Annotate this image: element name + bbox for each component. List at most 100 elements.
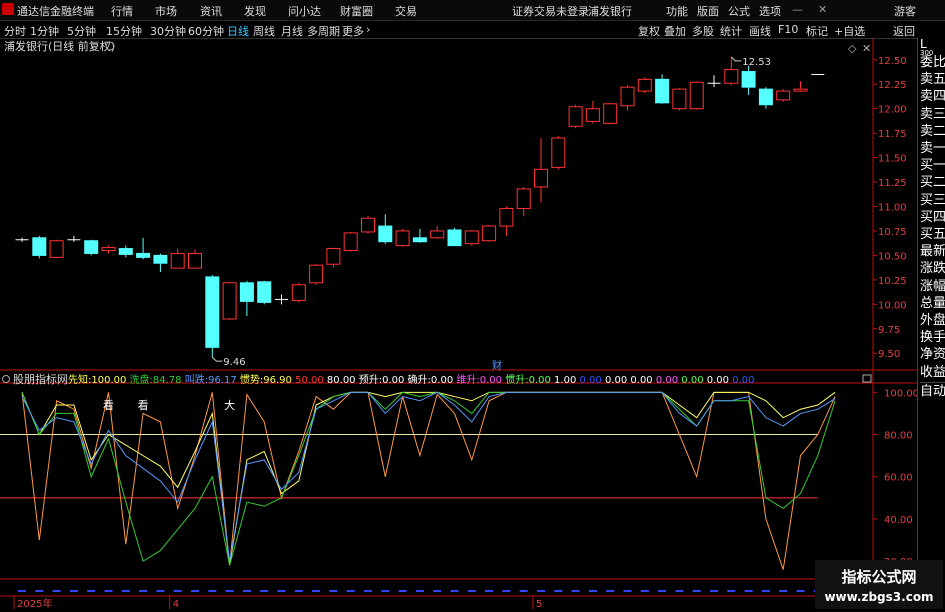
candle-body (551, 137, 566, 168)
panel-item-1[interactable]: 卖五 (920, 71, 945, 88)
low-pointer (211, 356, 223, 362)
tool-diejia[interactable]: 叠加 (664, 23, 686, 39)
title-bar: 通达信金融终端 行情 市场 资讯 发现 问小达 财富圈 交易 证券交易未登录 浦… (0, 0, 945, 21)
indicator-text-mark: 看 (138, 398, 149, 412)
candle-body (343, 232, 358, 252)
period-1min[interactable]: 1分钟 (30, 23, 59, 39)
price-tick-label: 12.25 (878, 80, 907, 91)
candle-body (689, 81, 704, 110)
user-label[interactable]: 游客 (894, 3, 916, 19)
period-multi[interactable]: 多周期 (307, 23, 340, 39)
period-daily[interactable]: 日线 (227, 23, 249, 39)
menu-zixun[interactable]: 资讯 (200, 3, 222, 19)
candle-body (482, 225, 497, 242)
panel-item-6[interactable]: 买一 (920, 157, 945, 174)
app-title: 通达信金融终端 (17, 5, 94, 18)
legend-entry: 预升:0.00 (356, 374, 405, 386)
price-tick-label: 9.50 (878, 349, 900, 360)
panel-item-9[interactable]: 买四 (920, 209, 945, 226)
panel-item-2[interactable]: 卖四 (920, 88, 945, 105)
panel-item-5[interactable]: 卖一 (920, 140, 945, 157)
candle-body (326, 248, 341, 265)
legend-entry: 惯升:0.00 (502, 373, 551, 386)
period-30min[interactable]: 30分钟 (150, 23, 186, 39)
svg-text:指标公式网: 指标公式网 (841, 568, 916, 586)
menu-gongshi[interactable]: 公式 (728, 3, 750, 19)
candle-body (361, 217, 375, 233)
legend-entry: 0.00 (653, 375, 678, 386)
svg-text:www.zbgs3.com: www.zbgs3.com (824, 590, 933, 604)
menu-caifuquan[interactable]: 财富圈 (340, 3, 373, 19)
legend-entry: 0.00 (678, 375, 703, 386)
legend-entry: 0.00 (627, 375, 652, 386)
candle-body (153, 254, 168, 264)
panel-item-3[interactable]: 卖三 (920, 106, 945, 123)
panel-item-12[interactable]: 涨跌 (920, 260, 945, 277)
candle-body (568, 106, 583, 127)
candle-body (447, 229, 462, 247)
candle-body (620, 86, 635, 107)
menu-faxian[interactable]: 发现 (244, 3, 266, 19)
tool-biaoji[interactable]: 标记 (806, 23, 828, 39)
period-15min[interactable]: 15分钟 (106, 23, 142, 39)
tool-tongji[interactable]: 统计 (720, 23, 742, 39)
candle-body (724, 69, 739, 84)
panel-item-10[interactable]: 买五 (920, 226, 945, 243)
tool-huaxian[interactable]: 画线 (749, 23, 771, 39)
candle-body (672, 88, 687, 110)
minimize-icon[interactable]: — (792, 3, 803, 16)
menu-hangqing[interactable]: 行情 (111, 3, 133, 19)
candle-body (585, 108, 600, 122)
candle-body (222, 282, 237, 320)
panel-item-8[interactable]: 买三 (920, 192, 945, 209)
price-tick-label: 10.50 (878, 251, 907, 262)
period-60min[interactable]: 60分钟 (188, 23, 224, 39)
menu-wenxiaoda[interactable]: 问小达 (288, 3, 321, 19)
legend-entry: 叫跌:96.17 (182, 373, 237, 386)
tool-duogu[interactable]: 多股 (692, 23, 714, 39)
login-notice[interactable]: 证券交易未登录 (512, 3, 589, 19)
menu-gongneng[interactable]: 功能 (666, 3, 688, 19)
indicator-settings-icon (2, 375, 10, 383)
panel-item-11[interactable]: 最新 (920, 243, 945, 260)
chevron-right-icon[interactable]: › (366, 23, 370, 36)
high-pointer (730, 56, 742, 62)
period-weekly[interactable]: 周线 (253, 23, 275, 39)
candle-body (101, 247, 116, 252)
panel-item-15[interactable]: 外盘 (920, 312, 945, 329)
period-monthly[interactable]: 月线 (281, 23, 303, 39)
price-tick-label: 10.75 (878, 227, 907, 238)
period-fenshi[interactable]: 分时 (4, 23, 26, 39)
panel-item-17[interactable]: 净资 (920, 346, 945, 363)
tool-f10[interactable]: F10 (778, 23, 798, 36)
panel-item-16[interactable]: 换手 (920, 329, 945, 346)
panel-item-14[interactable]: 总量 (920, 295, 945, 312)
candle-body (637, 78, 652, 92)
panel-item-0[interactable]: 委比 (920, 54, 945, 71)
chart-area: 浦发银行(日线 前复权) ◇ ✕ 9.50 9.75 10.00 10.25 10.50 10.… (0, 38, 919, 610)
price-tick-label: 11.00 (878, 203, 907, 214)
period-5min[interactable]: 5分钟 (67, 23, 96, 39)
period-toolbar: 分时 1分钟 5分钟 15分钟 30分钟 60分钟 日线 周线 月线 多周期 更… (0, 21, 945, 39)
close-icon[interactable]: ✕ (818, 3, 827, 16)
candle-body (257, 281, 272, 303)
panel-item-13[interactable]: 涨幅 (920, 278, 945, 295)
period-more[interactable]: 更多 (342, 23, 364, 39)
legend-entry: 0.00 (729, 375, 754, 386)
candle-body (430, 230, 445, 239)
candle-body (516, 188, 531, 209)
menu-banmian[interactable]: 版面 (697, 3, 719, 19)
xaxis-tick-label: 2025年 (17, 597, 52, 609)
panel-item-18[interactable]: 收益 (920, 364, 945, 381)
tool-zixuan[interactable]: +自选 (834, 23, 865, 39)
panel-item-4[interactable]: 卖二 (920, 123, 945, 140)
menu-shichang[interactable]: 市场 (155, 3, 177, 19)
indicator-text-mark: 看 (103, 398, 114, 412)
panel-item-19[interactable]: 自动 (920, 382, 945, 400)
panel-item-7[interactable]: 买二 (920, 174, 945, 191)
menu-jiaoyi[interactable]: 交易 (395, 3, 417, 19)
candle-body (170, 252, 185, 269)
menu-xuanxiang[interactable]: 选项 (759, 3, 781, 19)
tool-fanhui[interactable]: 返回 (893, 23, 915, 39)
tool-fuquan[interactable]: 复权 (638, 23, 660, 39)
